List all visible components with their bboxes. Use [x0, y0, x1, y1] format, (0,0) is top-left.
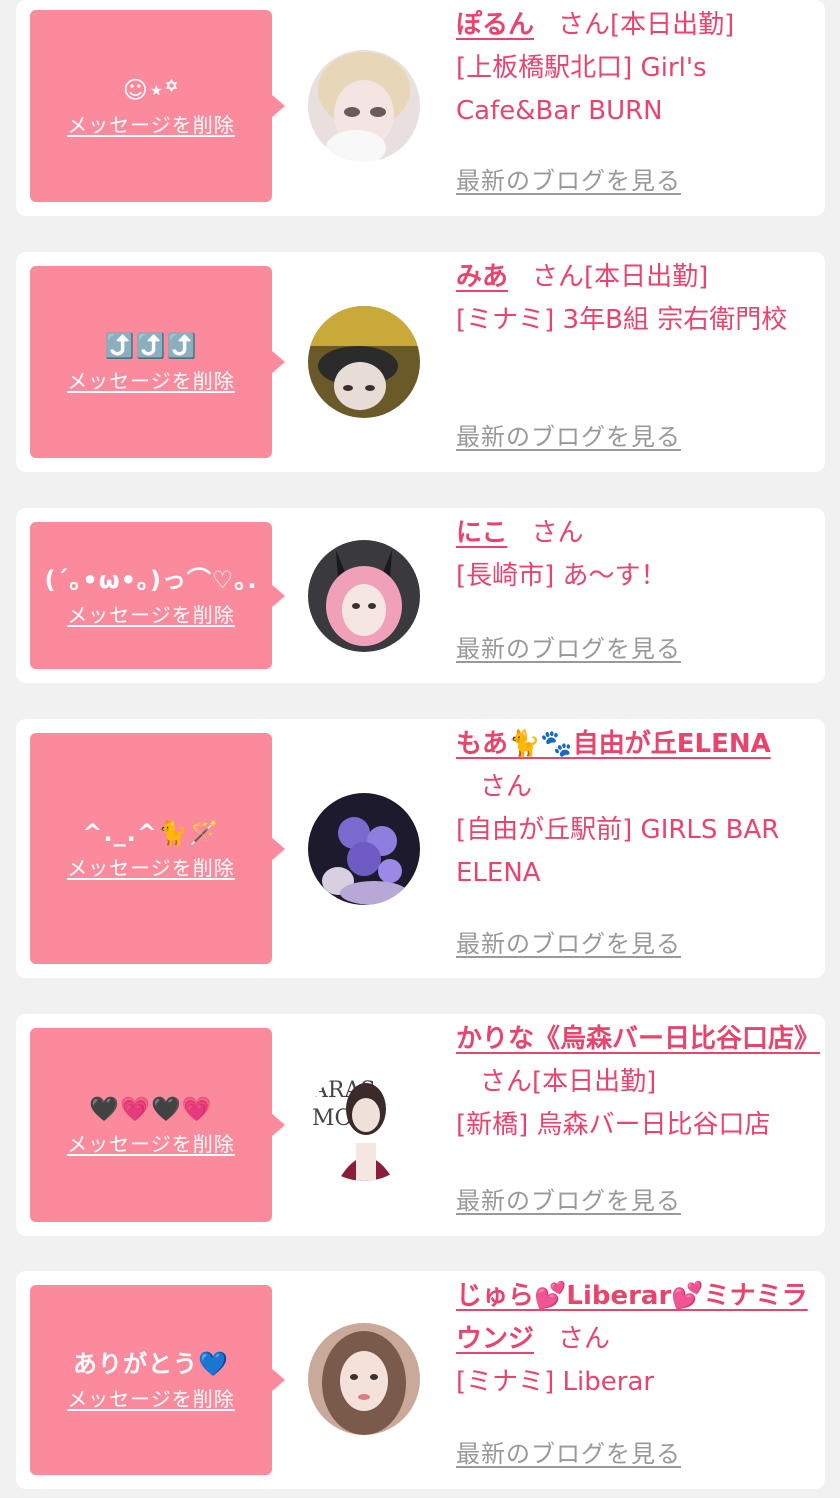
message-text: ^._.^🐈🪄 — [82, 818, 220, 847]
shop-text: [ミナミ] 3年B組 宗右衛門校 — [456, 305, 788, 335]
cast-name-link[interactable]: にこ — [456, 518, 507, 548]
latest-blog-link[interactable]: 最新のブログを見る — [456, 1439, 681, 1469]
message-card: ありがとう💙 メッセージを削除 じゅら💕Liberar💕ミナミラウンジ さん [ミ… — [16, 1271, 825, 1489]
status-text: [本日出勤] — [610, 10, 735, 40]
cast-info: もあ🐈🐾自由が丘ELENA さん [自由が丘駅前] GIRLS BAR ELENA — [456, 723, 815, 895]
latest-blog-link[interactable]: 最新のブログを見る — [456, 634, 681, 664]
cast-info: にこ さん [長崎市] あ〜す！ — [456, 512, 815, 598]
message-card: 🖤💗🖤💗 メッセージを削除 ARAS MOR かりな《烏森バー日比谷口店》さん[… — [16, 1014, 825, 1236]
avatar[interactable] — [308, 540, 420, 652]
status-text: [本日出勤] — [532, 1067, 657, 1097]
delete-message-link[interactable]: メッセージを削除 — [67, 1386, 235, 1412]
delete-message-link[interactable]: メッセージを削除 — [67, 368, 235, 394]
cast-info: じゅら💕Liberar💕ミナミラウンジ さん [ミナミ] Liberar — [456, 1275, 815, 1404]
shop-text: [ミナミ] Liberar — [456, 1367, 655, 1397]
latest-blog-link[interactable]: 最新のブログを見る — [456, 166, 681, 196]
shop-text: [新橋] 烏森バー日比谷口店 — [456, 1110, 771, 1140]
avatar[interactable] — [308, 1323, 420, 1435]
message-text: ⤴️⤴️⤴️ — [104, 332, 198, 360]
honorific: さん — [532, 262, 585, 292]
message-text: 🖤💗🖤💗 — [89, 1095, 213, 1123]
honorific: さん — [531, 518, 584, 548]
message-card: ☺︎⋆꙳ メッセージを削除 ぽるん さん[本日出勤] [上板橋駅北口] Girl'… — [16, 0, 825, 216]
message-text: ☺︎⋆꙳ — [122, 76, 180, 104]
delete-message-link[interactable]: メッセージを削除 — [67, 112, 235, 138]
message-bubble: ☺︎⋆꙳ メッセージを削除 — [30, 10, 285, 202]
status-text: [本日出勤] — [584, 262, 709, 292]
message-text: (´｡•ω•｡)っ⌒♡｡. — [44, 565, 258, 594]
message-bubble: ⤴️⤴️⤴️ メッセージを削除 — [30, 266, 285, 458]
cast-info: かりな《烏森バー日比谷口店》さん[本日出勤] [新橋] 烏森バー日比谷口店 — [456, 1018, 820, 1147]
cast-name-link[interactable]: みあ — [456, 262, 508, 292]
avatar[interactable] — [308, 50, 420, 162]
message-bubble: (´｡•ω•｡)っ⌒♡｡. メッセージを削除 — [30, 522, 285, 669]
cast-name-link[interactable]: かりな《烏森バー日比谷口店》 — [456, 1024, 820, 1054]
delete-message-link[interactable]: メッセージを削除 — [67, 855, 235, 881]
honorific: さん — [480, 772, 533, 802]
cast-info: ぽるん さん[本日出勤] [上板橋駅北口] Girl's Cafe&Bar BUR… — [456, 4, 815, 133]
message-card: (´｡•ω•｡)っ⌒♡｡. メッセージを削除 にこ さん [長崎市] あ〜す！ 最… — [16, 508, 825, 683]
shop-text: [長崎市] あ〜す！ — [456, 561, 667, 591]
avatar[interactable] — [308, 793, 420, 905]
delete-message-link[interactable]: メッセージを削除 — [67, 1131, 235, 1157]
message-bubble: ^._.^🐈🪄 メッセージを削除 — [30, 733, 285, 964]
avatar[interactable] — [308, 306, 420, 418]
latest-blog-link[interactable]: 最新のブログを見る — [456, 422, 681, 452]
honorific: さん — [558, 1324, 611, 1354]
message-text: ありがとう💙 — [73, 1350, 229, 1378]
honorific: さん — [558, 10, 611, 40]
cast-name-link[interactable]: じゅら💕Liberar💕ミナミラウンジ — [456, 1281, 808, 1354]
shop-text: [自由が丘駅前] GIRLS BAR ELENA — [456, 815, 780, 888]
message-bubble: ありがとう💙 メッセージを削除 — [30, 1285, 285, 1475]
message-bubble: 🖤💗🖤💗 メッセージを削除 — [30, 1028, 285, 1222]
cast-name-link[interactable]: ぽるん — [456, 10, 534, 40]
cast-info: みあ さん[本日出勤] [ミナミ] 3年B組 宗右衛門校 — [456, 256, 815, 342]
delete-message-link[interactable]: メッセージを削除 — [67, 602, 235, 628]
latest-blog-link[interactable]: 最新のブログを見る — [456, 929, 681, 959]
shop-text: [上板橋駅北口] Girl's Cafe&Bar BURN — [456, 53, 707, 126]
latest-blog-link[interactable]: 最新のブログを見る — [456, 1186, 681, 1216]
honorific: さん — [480, 1067, 533, 1097]
avatar[interactable]: ARAS MOR — [308, 1069, 420, 1181]
message-card: ⤴️⤴️⤴️ メッセージを削除 みあ さん[本日出勤] [ミナミ] 3年B組 宗右… — [16, 252, 825, 472]
message-card: ^._.^🐈🪄 メッセージを削除 もあ🐈🐾自由が丘ELENA さん [自由が丘駅前… — [16, 719, 825, 978]
cast-name-link[interactable]: もあ🐈🐾自由が丘ELENA — [456, 729, 771, 759]
